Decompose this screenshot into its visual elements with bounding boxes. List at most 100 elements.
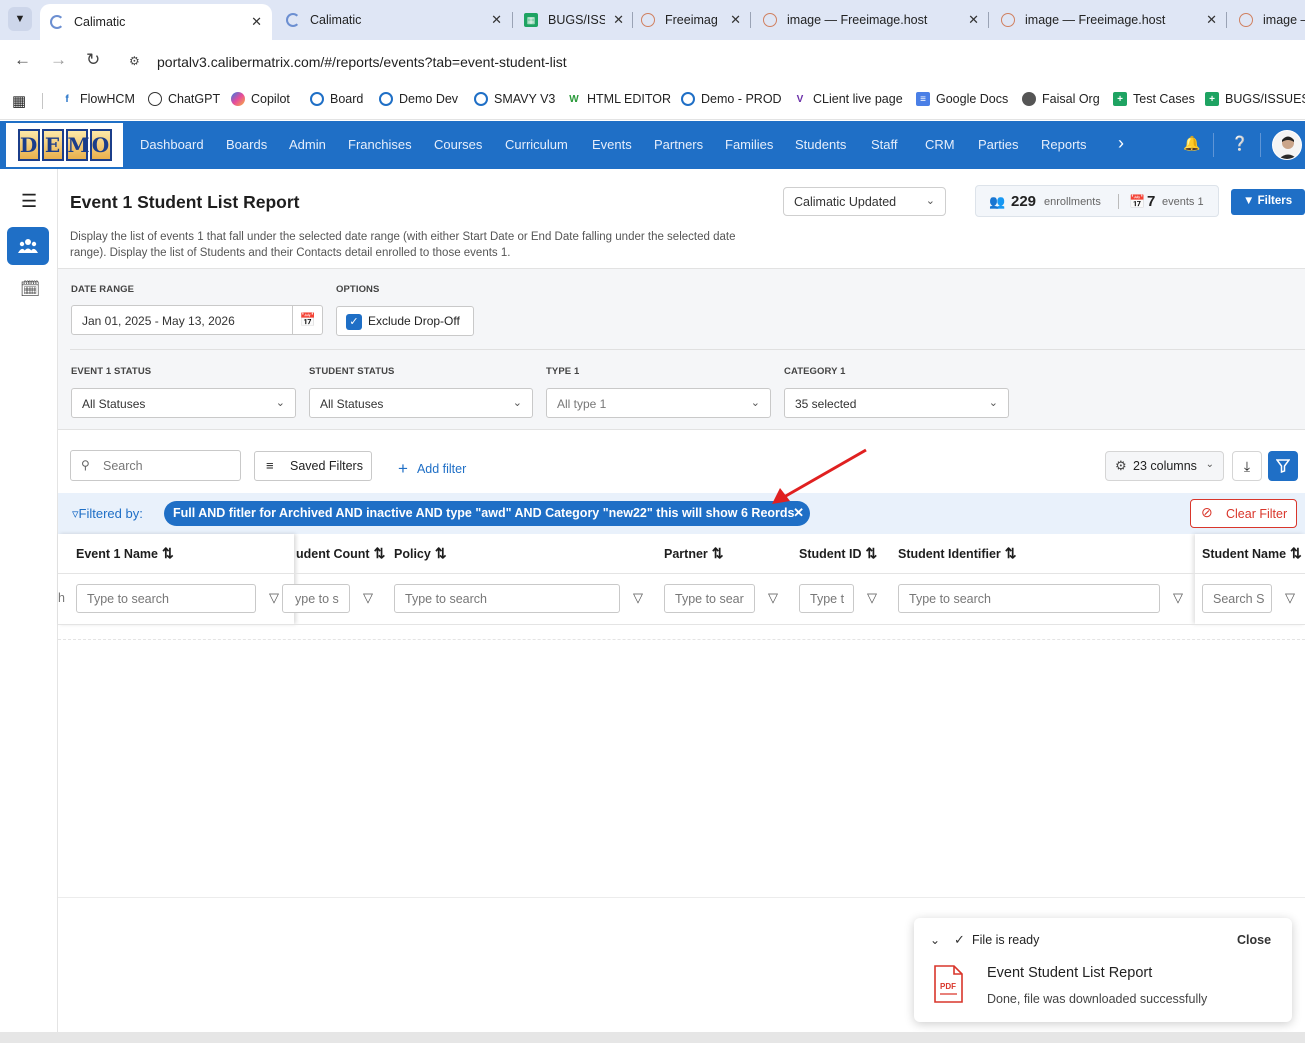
students-reports-rail-button[interactable] xyxy=(7,227,49,265)
bookmark-html-editor[interactable]: W HTML EDITOR xyxy=(567,92,671,106)
calendar-icon[interactable]: 📅 xyxy=(292,305,323,335)
columns-button[interactable]: ⚙ 23 columns ⌄ xyxy=(1105,451,1224,481)
nav-courses[interactable]: Courses xyxy=(434,137,482,152)
exclude-dropoff-option[interactable]: ✓ Exclude Drop-Off xyxy=(336,306,474,336)
bookmark-google-docs[interactable]: ≡ Google Docs xyxy=(916,92,1008,106)
remove-chip-icon[interactable]: ✕ xyxy=(793,505,804,521)
nav-staff[interactable]: Staff xyxy=(871,137,898,152)
nav-families[interactable]: Families xyxy=(725,137,773,152)
student-id-filter-input[interactable]: Type t xyxy=(799,584,854,613)
bookmark-copilot[interactable]: Copilot xyxy=(231,92,290,106)
toast-close-button[interactable]: Close xyxy=(1237,933,1271,947)
saved-filters-button[interactable]: ≡ Saved Filters xyxy=(254,451,372,481)
hamburger-menu-icon[interactable]: ☰ xyxy=(21,191,37,212)
active-filter-chip[interactable]: Full AND fitler for Archived AND inactiv… xyxy=(164,501,810,526)
nav-boards[interactable]: Boards xyxy=(226,137,267,152)
help-icon[interactable]: ❔ xyxy=(1231,135,1248,152)
column-header-student-identifier[interactable]: Student Identifier ⇅ xyxy=(898,545,1017,562)
date-range-input[interactable]: Jan 01, 2025 - May 13, 2026 xyxy=(71,305,323,335)
student-status-select[interactable]: All Statuses ⌄ xyxy=(309,388,533,418)
close-tab-icon[interactable]: ✕ xyxy=(730,12,741,28)
student-count-filter-input[interactable]: ype to s xyxy=(282,584,350,613)
browser-tab-image-1[interactable]: image — Freeimage.host ✕ xyxy=(763,8,979,32)
browser-tab-image-2[interactable]: image — Freeimage.host ✕ xyxy=(1001,8,1217,32)
column-header-policy[interactable]: Policy ⇅ xyxy=(394,545,447,562)
forward-arrow-icon[interactable]: → xyxy=(50,50,67,70)
column-header-partner[interactable]: Partner ⇅ xyxy=(664,545,724,562)
bookmark-demo-dev[interactable]: Demo Dev xyxy=(379,92,458,106)
close-tab-icon[interactable]: ✕ xyxy=(968,12,979,28)
column-header-student-id[interactable]: Student ID ⇅ xyxy=(799,545,877,562)
nav-dashboard[interactable]: Dashboard xyxy=(140,137,204,152)
column-filter-icon[interactable]: ▽ xyxy=(633,590,643,606)
nav-crm[interactable]: CRM xyxy=(925,137,955,152)
url-field[interactable]: portalv3.calibermatrix.com/#/reports/eve… xyxy=(157,54,567,70)
sort-icon[interactable]: ⇅ xyxy=(374,545,386,561)
column-filter-icon[interactable]: ▽ xyxy=(867,590,877,606)
category-select[interactable]: 35 selected ⌄ xyxy=(784,388,1009,418)
type-select[interactable]: All type 1 ⌄ xyxy=(546,388,771,418)
download-icon[interactable]: ⤓ xyxy=(1232,451,1262,481)
policy-filter-input[interactable]: Type to search xyxy=(394,584,620,613)
column-filter-icon[interactable]: ▽ xyxy=(363,590,373,606)
column-header-event-name[interactable]: Event 1 Name ⇅ xyxy=(76,545,174,562)
bookmark-demo-prod[interactable]: Demo - PROD xyxy=(681,92,782,106)
reload-icon[interactable]: ↻ xyxy=(86,50,100,70)
event-status-select[interactable]: All Statuses ⌄ xyxy=(71,388,296,418)
sort-icon[interactable]: ⇅ xyxy=(1290,545,1302,561)
tab-list-chevron-icon[interactable]: ▼ xyxy=(8,7,32,31)
sort-icon[interactable]: ⇅ xyxy=(866,545,878,561)
collapse-chevron-icon[interactable]: ⌄ xyxy=(930,933,940,947)
bookmark-chatgpt[interactable]: ChatGPT xyxy=(148,92,220,106)
nav-parties[interactable]: Parties xyxy=(978,137,1018,152)
back-arrow-icon[interactable]: ← xyxy=(14,50,31,70)
nav-curriculum[interactable]: Curriculum xyxy=(505,137,568,152)
table-search-input[interactable]: ⚲ Search xyxy=(70,450,241,481)
bookmark-flowhcm[interactable]: f FlowHCM xyxy=(60,92,135,106)
apps-grid-icon[interactable]: ▦ xyxy=(12,92,26,110)
close-tab-icon[interactable]: ✕ xyxy=(613,12,624,28)
close-tab-icon[interactable]: ✕ xyxy=(251,14,262,30)
nav-reports[interactable]: Reports xyxy=(1041,137,1087,152)
browser-tab-image-3[interactable]: image – xyxy=(1239,8,1305,32)
close-tab-icon[interactable]: ✕ xyxy=(491,12,502,28)
add-filter-button[interactable]: + Add filter xyxy=(398,458,466,478)
calendar-x-icon[interactable]: 🗓 xyxy=(20,279,40,299)
checkbox-checked-icon[interactable]: ✓ xyxy=(346,314,362,330)
partner-filter-input[interactable]: Type to sear xyxy=(664,584,755,613)
pdf-file-icon[interactable]: PDF xyxy=(932,965,964,1003)
nav-admin[interactable]: Admin xyxy=(289,137,326,152)
browser-tab-bugs[interactable]: ▦ BUGS/ISS ✕ xyxy=(524,8,624,32)
column-filter-icon[interactable]: ▽ xyxy=(269,590,279,606)
bookmark-client-live[interactable]: V CLient live page xyxy=(793,92,903,106)
filters-button[interactable]: ▼ Filters xyxy=(1231,189,1305,215)
filter-toggle-button[interactable] xyxy=(1268,451,1298,481)
bell-icon[interactable]: 🔔 xyxy=(1183,135,1200,152)
demo-logo[interactable]: DEMO xyxy=(6,123,123,167)
event-name-filter-input[interactable]: Type to search xyxy=(76,584,256,613)
sort-icon[interactable]: ⇅ xyxy=(435,545,447,561)
nav-events[interactable]: Events xyxy=(592,137,632,152)
close-tab-icon[interactable]: ✕ xyxy=(1206,12,1217,28)
sort-icon[interactable]: ⇅ xyxy=(712,545,724,561)
nav-more-chevron-icon[interactable]: › xyxy=(1118,133,1124,154)
sort-icon[interactable]: ⇅ xyxy=(162,545,174,561)
site-info-icon[interactable]: ⚙ xyxy=(129,54,140,68)
column-filter-icon[interactable]: ▽ xyxy=(1173,590,1183,606)
browser-tab-calimatic[interactable]: Calimatic ✕ xyxy=(286,8,502,32)
bookmark-faisal-org[interactable]: Faisal Org xyxy=(1022,92,1100,106)
column-filter-icon[interactable]: ▽ xyxy=(768,590,778,606)
column-filter-icon[interactable]: ▽ xyxy=(1285,590,1295,606)
bookmark-board[interactable]: Board xyxy=(310,92,363,106)
browser-tab-freeimage[interactable]: Freeimag ✕ xyxy=(641,8,741,32)
bookmark-smavy[interactable]: SMAVY V3 xyxy=(474,92,555,106)
browser-tab-calimatic-active[interactable]: Calimatic ✕ xyxy=(40,4,272,40)
nav-students[interactable]: Students xyxy=(795,137,846,152)
student-identifier-filter-input[interactable]: Type to search xyxy=(898,584,1160,613)
student-name-filter-input[interactable]: Search S xyxy=(1202,584,1272,613)
column-header-student-count[interactable]: udent Count ⇅ xyxy=(296,545,385,562)
clear-filter-button[interactable]: ⊘ Clear Filter xyxy=(1190,499,1297,528)
sort-icon[interactable]: ⇅ xyxy=(1005,545,1017,561)
organization-select[interactable]: Calimatic Updated ⌄ xyxy=(783,187,946,216)
bookmark-test-cases[interactable]: + Test Cases xyxy=(1113,92,1195,106)
